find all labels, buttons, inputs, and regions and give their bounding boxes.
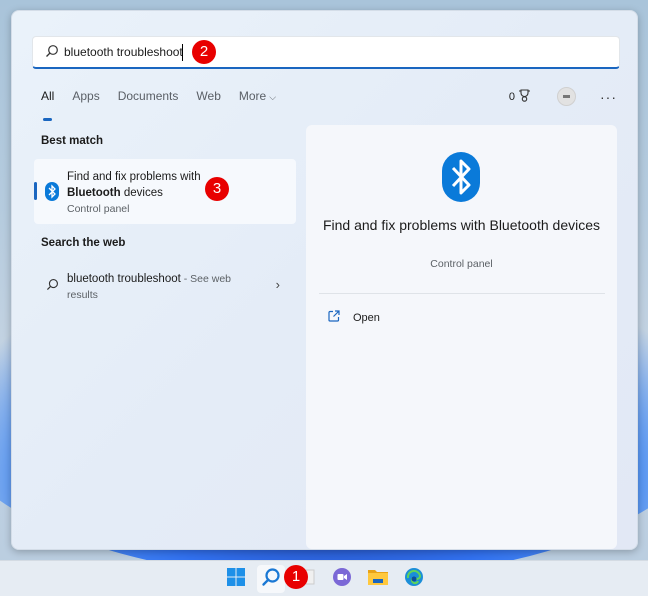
open-action[interactable]: Open xyxy=(328,310,380,325)
edge-browser-icon xyxy=(404,567,424,592)
tab-all[interactable]: All xyxy=(41,89,54,121)
taskbar: 1 xyxy=(0,560,648,596)
web-search-text: bluetooth troubleshoot - See web results xyxy=(67,271,257,303)
open-label: Open xyxy=(353,311,380,324)
trophy-icon xyxy=(518,88,531,105)
tab-documents[interactable]: Documents xyxy=(118,89,179,111)
tab-apps[interactable]: Apps xyxy=(72,89,99,111)
detail-subtitle: Control panel xyxy=(430,258,493,270)
title-line1: Find and fix problems with xyxy=(67,171,201,183)
more-options-button[interactable]: ··· xyxy=(600,89,617,105)
search-icon xyxy=(45,44,59,63)
title-rest: devices xyxy=(120,187,163,199)
text-caret xyxy=(182,44,183,61)
title-bold: Bluetooth xyxy=(67,187,121,199)
tab-more[interactable]: More ⌵ xyxy=(239,89,276,111)
step-callout-2: 2 xyxy=(192,40,216,64)
chevron-right-icon: › xyxy=(275,277,280,292)
web-search-query: bluetooth troubleshoot xyxy=(67,273,181,285)
bluetooth-icon-large xyxy=(442,152,480,207)
taskbar-file-explorer[interactable] xyxy=(364,565,392,593)
header-tools: 0 ··· xyxy=(509,87,617,106)
web-search-result[interactable]: bluetooth troubleshoot - See web results… xyxy=(34,268,296,314)
teams-chat-icon xyxy=(332,567,352,592)
folder-icon xyxy=(368,568,388,591)
detail-title: Find and fix problems with Bluetooth dev… xyxy=(322,217,601,233)
result-detail-pane: Find and fix problems with Bluetooth dev… xyxy=(306,125,617,549)
step-callout-3: 3 xyxy=(205,177,229,201)
divider xyxy=(319,293,605,294)
taskbar-chat[interactable] xyxy=(328,565,356,593)
best-match-heading: Best match xyxy=(41,135,103,147)
taskbar-search[interactable] xyxy=(257,565,285,593)
windows-start-icon xyxy=(227,567,245,591)
open-external-icon xyxy=(328,310,340,325)
step-callout-1: 1 xyxy=(284,565,308,589)
best-match-subtitle: Control panel xyxy=(67,203,130,215)
chevron-down-icon: ⌵ xyxy=(269,92,277,102)
search-panel: 2 All Apps Documents Web More⌵ 0 ··· Bes… xyxy=(11,10,638,550)
rewards-points: 0 xyxy=(508,90,515,103)
taskbar-start[interactable] xyxy=(222,565,250,593)
best-match-result[interactable]: Find and fix problems with Bluetooth dev… xyxy=(34,159,296,224)
filter-tabs: All Apps Documents Web More ⌵ xyxy=(41,89,294,121)
selection-indicator xyxy=(34,182,37,200)
tab-web[interactable]: Web xyxy=(196,89,220,111)
search-web-heading: Search the web xyxy=(41,237,126,249)
taskbar-edge[interactable] xyxy=(400,565,428,593)
account-avatar[interactable] xyxy=(557,87,576,106)
bluetooth-icon xyxy=(45,182,59,206)
best-match-title: Find and fix problems with Bluetooth dev… xyxy=(67,169,227,201)
search-icon xyxy=(46,278,59,296)
search-box[interactable]: 2 xyxy=(32,36,620,69)
tab-more-label: More xyxy=(238,89,267,103)
search-icon xyxy=(261,567,281,592)
rewards-button[interactable]: 0 xyxy=(508,88,531,105)
